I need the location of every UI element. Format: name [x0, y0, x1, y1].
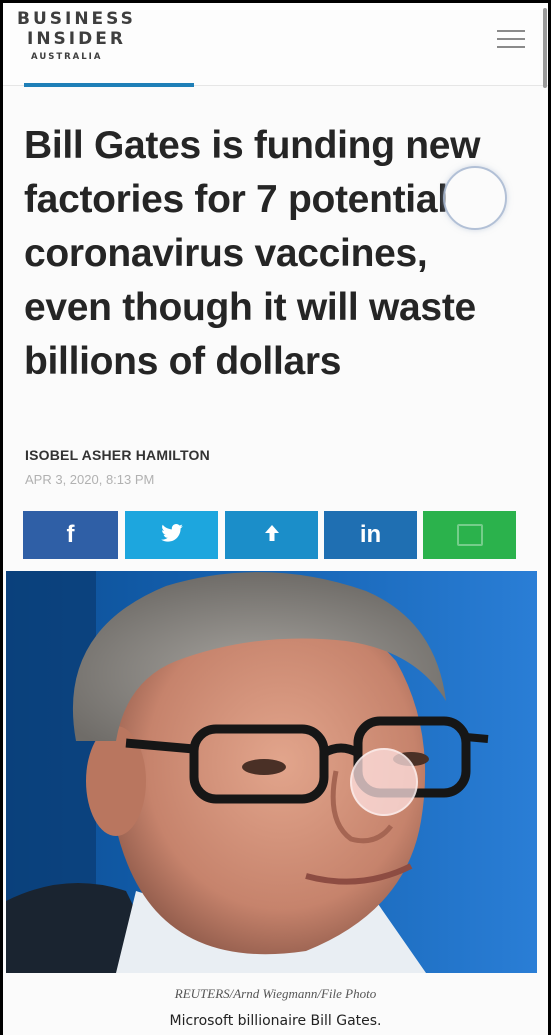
portrait-illustration	[6, 571, 489, 973]
photo-caption: Microsoft billionaire Bill Gates.	[169, 1013, 382, 1029]
message-share-button[interactable]	[423, 511, 516, 559]
linkedin-share-button[interactable]: in	[324, 511, 417, 559]
twitter-share-button[interactable]	[125, 511, 218, 559]
hamburger-menu-icon[interactable]	[497, 30, 525, 50]
share-arrow-icon	[263, 524, 281, 547]
article-screen: BUSINESS INSIDER AUSTRALIA Bill Gates is…	[3, 3, 548, 1035]
photo-credit: REUTERS/Arnd Wiegmann/File Photo	[174, 986, 377, 1001]
touch-indicator	[443, 166, 507, 230]
scrollbar[interactable]	[543, 8, 547, 88]
logo-line-australia: AUSTRALIA	[31, 52, 103, 62]
section-accent-bar	[24, 83, 194, 87]
message-icon	[456, 524, 483, 546]
publish-date: APR 3, 2020, 8:13 PM	[25, 472, 155, 487]
facebook-icon: f	[66, 521, 75, 548]
business-insider-logo[interactable]: BUSINESS INSIDER AUSTRALIA	[17, 9, 136, 63]
touch-indicator-dot	[350, 748, 418, 816]
share-button[interactable]	[225, 511, 318, 559]
site-header: BUSINESS INSIDER AUSTRALIA	[3, 3, 548, 88]
article-photo	[6, 571, 537, 973]
linkedin-icon: in	[359, 521, 382, 548]
logo-line-business: BUSINESS	[17, 9, 136, 29]
author-byline[interactable]: ISOBEL ASHER HAMILTON	[25, 447, 210, 463]
twitter-icon	[160, 523, 183, 547]
article-headline: Bill Gates is funding new factories for …	[24, 124, 481, 383]
logo-line-insider: INSIDER	[27, 29, 126, 49]
facebook-share-button[interactable]: f	[23, 511, 118, 559]
